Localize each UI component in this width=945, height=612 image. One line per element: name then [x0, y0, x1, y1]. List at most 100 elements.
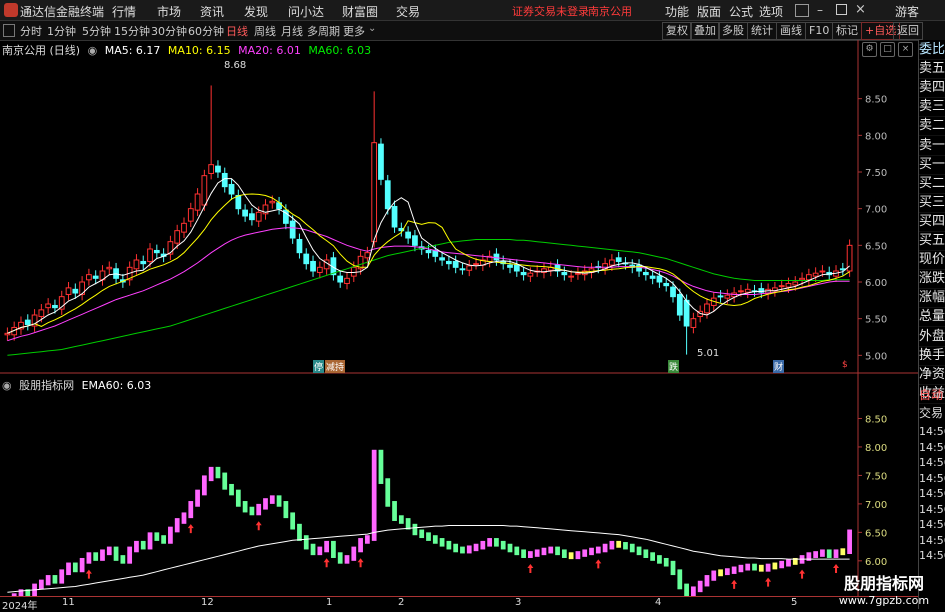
- menu-xuanxiang[interactable]: 选项: [759, 3, 783, 20]
- indicator-bar: [72, 562, 78, 573]
- chevron-down-icon[interactable]: ⌄: [368, 23, 376, 34]
- back-button[interactable]: 返回: [893, 22, 923, 40]
- indicator-bar: [45, 575, 51, 586]
- indicator-bar: [222, 472, 228, 490]
- tag-reduce[interactable]: 减持: [325, 360, 346, 373]
- period-60min[interactable]: 60分钟: [188, 23, 224, 39]
- candle-body: [337, 275, 344, 283]
- candle-body: [364, 252, 371, 259]
- indicator-bar: [195, 489, 200, 507]
- indicator-bar: [113, 546, 119, 561]
- indicator-bar: [494, 538, 499, 547]
- minimize-icon[interactable]: –: [817, 3, 823, 17]
- indicator-bar: [561, 549, 567, 558]
- quote-item-12: 涨跌: [919, 269, 945, 290]
- indicator-bar: [833, 549, 839, 558]
- period-5min[interactable]: 5分钟: [82, 23, 111, 39]
- month-label-3: 3: [515, 597, 522, 608]
- tag-finance[interactable]: 财: [773, 360, 785, 373]
- maximize-icon[interactable]: [836, 4, 847, 15]
- indicator-bar: [174, 518, 180, 533]
- period-daily[interactable]: 日线: [226, 23, 248, 39]
- indicator-bar: [738, 564, 744, 573]
- close-icon[interactable]: ×: [855, 2, 866, 17]
- indicator-bar: [724, 568, 730, 576]
- menu-faxian[interactable]: 发现: [244, 3, 268, 20]
- auto-label[interactable]: 自动: [919, 386, 943, 403]
- candle-body: [38, 309, 45, 317]
- candle-body: [744, 288, 751, 293]
- huaxian-button[interactable]: 画线: [776, 22, 806, 40]
- panel-settings-icon[interactable]: ⚙: [862, 42, 877, 57]
- menu-gongneng[interactable]: 功能: [665, 3, 689, 20]
- candle-body: [412, 235, 418, 246]
- period-fenshi[interactable]: 分时: [20, 23, 42, 39]
- candle-body: [235, 194, 242, 210]
- sidebar-toggle-icon[interactable]: [3, 24, 15, 37]
- watermark: 股朋指标网 www.7gpzb.com: [838, 570, 930, 607]
- menu-hangqing[interactable]: 行情: [112, 3, 136, 20]
- indicator-bar: [663, 557, 669, 567]
- indicator-bar: [324, 540, 329, 553]
- indicator-bar: [93, 552, 99, 561]
- candle-body: [350, 266, 357, 277]
- candle-body: [738, 290, 744, 293]
- indicator-bar: [385, 478, 391, 507]
- settings-circle-icon[interactable]: ◉: [88, 44, 98, 57]
- trade-time-6: 14:56: [919, 518, 945, 531]
- quote-item-10: 买五: [919, 231, 945, 251]
- biaoji-button[interactable]: 标记: [832, 22, 862, 40]
- menu-banmian[interactable]: 版面: [697, 3, 721, 20]
- sub-settings-icon[interactable]: ◉: [2, 379, 12, 392]
- indicator-bar: [602, 543, 608, 553]
- indicator-bar: [629, 543, 635, 553]
- indicator-bar: [358, 538, 363, 553]
- indicator-bar: [548, 546, 554, 554]
- menu-wenxiaoda[interactable]: 问小达: [288, 3, 324, 20]
- menu-gongshi[interactable]: 公式: [729, 3, 753, 20]
- tag-suspend[interactable]: 停: [313, 360, 325, 373]
- f10-button[interactable]: F10: [805, 22, 834, 40]
- period-monthly[interactable]: 月线: [281, 23, 303, 39]
- period-15min[interactable]: 15分钟: [114, 23, 150, 39]
- user-icon[interactable]: [795, 4, 809, 17]
- indicator-bar: [229, 483, 234, 496]
- indicator-bar: [826, 549, 832, 558]
- guest-label[interactable]: 游客: [895, 3, 919, 20]
- quote-item-3: 卖三: [919, 97, 945, 118]
- candle-body: [215, 165, 221, 173]
- tag-dividend[interactable]: $: [842, 360, 848, 370]
- diejia-button[interactable]: 叠加: [690, 22, 720, 40]
- quote-item-6: 买一: [919, 155, 945, 175]
- fuquan-button[interactable]: 复权: [662, 22, 692, 40]
- period-1min[interactable]: 1分钟: [47, 23, 76, 39]
- menu-zixun[interactable]: 资讯: [200, 3, 224, 20]
- menu-shichang[interactable]: 市场: [157, 3, 181, 20]
- indicator-bar: [290, 512, 296, 530]
- indicator-bar: [718, 569, 723, 577]
- candle-body: [147, 248, 153, 262]
- tongji-button[interactable]: 统计: [747, 22, 777, 40]
- indicator-bar: [283, 501, 289, 519]
- indicator-bar: [344, 555, 350, 564]
- panel-maximize-icon[interactable]: □: [880, 42, 895, 57]
- indicator-bar: [616, 540, 622, 548]
- tag-drop[interactable]: 跌: [668, 360, 680, 373]
- kline-chart[interactable]: 5.00 5.50 6.00 6.50 7.00 7.50 8.00 8.50 6.00 6.50…: [0, 40, 918, 609]
- candle-body: [371, 142, 378, 243]
- panel-close-icon[interactable]: ×: [898, 42, 913, 57]
- candle-body: [153, 249, 160, 254]
- candle-body: [194, 193, 201, 211]
- period-more[interactable]: 更多: [343, 23, 365, 39]
- menu-jiaoyi[interactable]: 交易: [396, 3, 420, 20]
- period-30min[interactable]: 30分钟: [151, 23, 187, 39]
- indicator-bar: [256, 503, 262, 516]
- trade-label[interactable]: 交易: [919, 404, 943, 421]
- duogu-button[interactable]: 多股: [718, 22, 748, 40]
- login-warning[interactable]: 证券交易未登录: [512, 3, 589, 19]
- period-weekly[interactable]: 周线: [254, 23, 276, 39]
- ma5-label: MA5: 6.17: [104, 44, 161, 57]
- period-multi[interactable]: 多周期: [307, 23, 340, 39]
- menu-caifuquan[interactable]: 财富圈: [342, 3, 378, 20]
- indicator-bar: [765, 563, 771, 572]
